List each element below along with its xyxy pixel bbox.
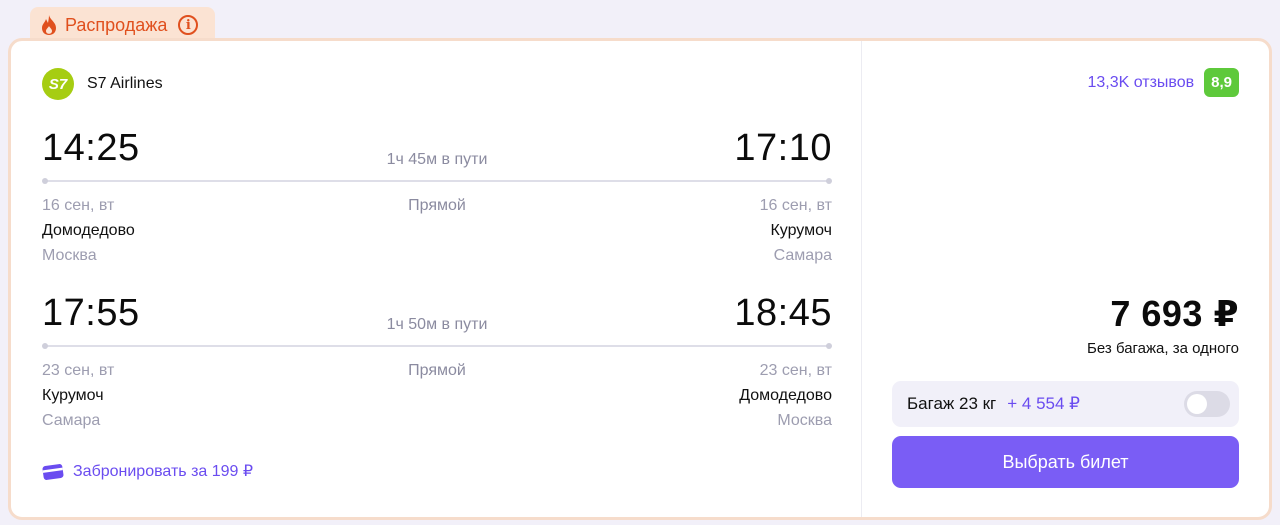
route-line (42, 178, 832, 184)
arrival-info: 16 сен, вт Курумоч Самара (760, 193, 832, 268)
arrival-time: 17:10 (734, 127, 832, 169)
flight-details: S7 S7 Airlines 14:25 1ч 45м в пути 17:10… (11, 41, 862, 517)
flame-icon (42, 15, 56, 35)
arrival-info: 23 сен, вт Домодедово Москва (739, 358, 832, 433)
arrival-time: 18:45 (734, 292, 832, 334)
baggage-label: Багаж 23 кг (907, 394, 997, 413)
toggle-knob (1187, 394, 1207, 414)
route-line (42, 343, 832, 349)
arrival-date: 23 сен, вт (759, 362, 832, 379)
flight-duration: 1ч 45м в пути (386, 151, 488, 168)
airline-name: S7 Airlines (87, 75, 163, 92)
airline: S7 S7 Airlines (42, 68, 163, 100)
flight-segment-outbound: 14:25 1ч 45м в пути 17:10 16 сен, вт Дом… (42, 127, 832, 277)
arrival-airport: Курумоч (770, 222, 832, 239)
info-icon[interactable]: i (178, 15, 199, 35)
baggage-option[interactable]: Багаж 23 кг + 4 554 ₽ (892, 381, 1239, 427)
departure-city: Москва (42, 247, 97, 264)
departure-city: Самара (42, 412, 101, 429)
route-type: Прямой (408, 197, 466, 214)
price-note: Без багажа, за одного (1087, 340, 1239, 357)
purchase-panel: 13,3K отзывов 8,9 7 693 ₽ Без багажа, за… (862, 41, 1269, 517)
sale-label: Распродажа (65, 14, 168, 35)
credit-card-icon (42, 463, 64, 480)
arrival-city: Самара (773, 247, 832, 264)
arrival-date: 16 сен, вт (759, 197, 832, 214)
ticket-price: 7 693 ₽ (1110, 293, 1239, 334)
flight-duration: 1ч 50м в пути (386, 316, 488, 333)
baggage-toggle[interactable] (1184, 391, 1230, 417)
book-link[interactable]: Забронировать за 199 ₽ (42, 461, 253, 481)
arrival-airport: Домодедово (739, 387, 832, 404)
arrival-city: Москва (777, 412, 832, 429)
departure-airport: Домодедово (42, 222, 135, 239)
reviews-count[interactable]: 13,3K отзывов (1087, 74, 1194, 92)
departure-airport: Курумоч (42, 387, 104, 404)
select-ticket-button[interactable]: Выбрать билет (892, 436, 1239, 488)
book-link-label[interactable]: Забронировать за 199 ₽ (73, 461, 253, 481)
airline-logo: S7 (42, 68, 74, 100)
route-type: Прямой (408, 362, 466, 379)
ticket-card: S7 S7 Airlines 14:25 1ч 45м в пути 17:10… (8, 38, 1272, 520)
reviews[interactable]: 13,3K отзывов 8,9 (1087, 68, 1239, 97)
flight-segment-return: 17:55 1ч 50м в пути 18:45 23 сен, вт Кур… (42, 292, 832, 442)
rating-badge: 8,9 (1204, 68, 1239, 97)
baggage-price: + 4 554 ₽ (1007, 394, 1080, 413)
